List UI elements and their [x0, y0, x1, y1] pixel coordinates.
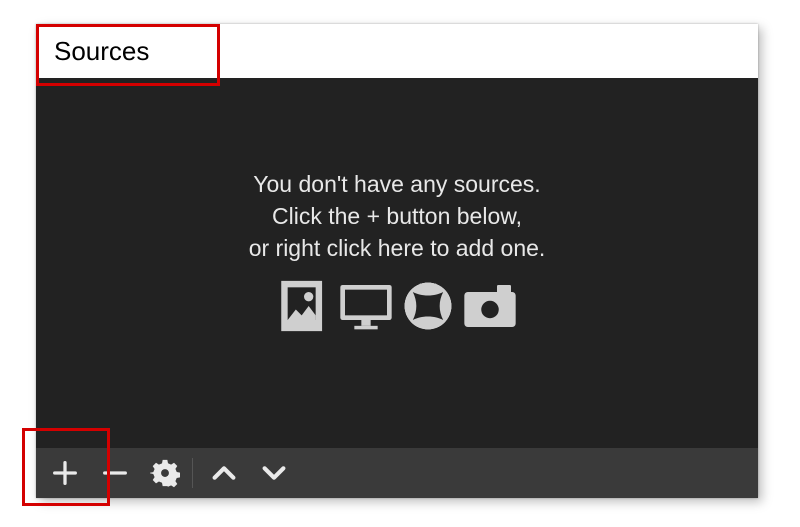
sources-toolbar	[36, 448, 758, 498]
display-icon	[338, 278, 394, 339]
source-type-icons	[36, 278, 758, 339]
move-up-button[interactable]	[199, 448, 249, 498]
add-source-button[interactable]	[40, 448, 90, 498]
placeholder-line-2: Click the + button below,	[36, 200, 758, 232]
panel-title: Sources	[54, 36, 149, 66]
sources-empty-area[interactable]: You don't have any sources. Click the + …	[36, 78, 758, 448]
toolbar-separator	[192, 458, 193, 488]
remove-source-button[interactable]	[90, 448, 140, 498]
sources-panel: Sources You don't have any sources. Clic…	[36, 24, 758, 498]
panel-header: Sources	[36, 24, 758, 78]
globe-icon	[400, 278, 456, 339]
move-down-button[interactable]	[249, 448, 299, 498]
camera-icon	[462, 278, 518, 339]
empty-placeholder: You don't have any sources. Click the + …	[36, 168, 758, 265]
image-icon	[276, 278, 332, 339]
placeholder-line-1: You don't have any sources.	[36, 168, 758, 200]
source-properties-button[interactable]	[140, 448, 190, 498]
placeholder-line-3: or right click here to add one.	[36, 232, 758, 264]
